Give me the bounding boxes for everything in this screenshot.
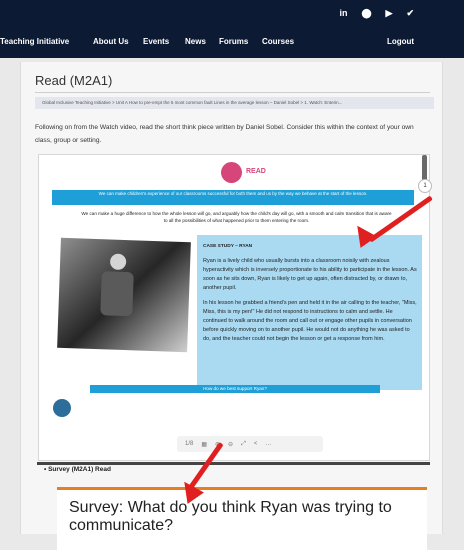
grid-icon[interactable]: ▦ <box>201 441 207 448</box>
page-number-badge: 1 <box>418 179 432 193</box>
child-photo <box>57 237 191 353</box>
photo-head <box>109 253 127 271</box>
page-counter: 1/8 <box>185 441 194 447</box>
twitter-icon[interactable]: ✔ <box>406 8 414 18</box>
nav-events[interactable]: Events <box>143 37 169 46</box>
page-title: Read (M2A1) <box>35 73 113 88</box>
question-banner: How do we best support Ryan? <box>90 385 380 393</box>
survey-list-label[interactable]: Survey (M2A1) Read <box>48 466 111 473</box>
intro-text: Following on from the Watch video, read … <box>35 124 414 144</box>
social-links: in ⬤ ▶ ✔ <box>339 8 414 18</box>
document-viewer[interactable]: READ We can make children's experience o… <box>38 154 432 461</box>
zoom-out-icon[interactable]: ⊖ <box>228 441 233 448</box>
case-paragraph-2: In his lesson he grabbed a friend's pen … <box>203 300 417 342</box>
nav-teaching-initiative[interactable]: Teaching Initiative <box>0 37 69 46</box>
nav-forums[interactable]: Forums <box>219 37 248 46</box>
site-header: in ⬤ ▶ ✔ Teaching Initiative About Us Ev… <box>0 0 464 58</box>
main-nav: Teaching Initiative About Us Events News… <box>0 37 464 51</box>
share-icon[interactable]: < <box>254 441 258 447</box>
viewer-scrollbar-horizontal[interactable] <box>37 462 430 465</box>
survey-card[interactable]: Survey: What do you think Ryan was tryin… <box>57 487 427 550</box>
case-study-box: CASE STUDY – RYAN Ryan is a lively child… <box>197 235 422 390</box>
nav-news[interactable]: News <box>185 37 206 46</box>
globe-logo-icon <box>53 399 71 417</box>
linkedin-icon[interactable]: in <box>339 8 347 18</box>
photo-body <box>100 271 134 317</box>
youtube-icon[interactable]: ▶ <box>386 8 393 18</box>
viewer-toolbar: 1/8 ▦ ⊕ ⊖ ⤢ < … <box>177 436 323 452</box>
fullscreen-icon[interactable]: ⤢ <box>241 441 246 448</box>
case-study-body: Ryan is a lively child who usually burst… <box>203 257 417 344</box>
survey-list-item[interactable]: • Survey (M2A1) Read <box>44 466 111 473</box>
viewer-scrollbar[interactable] <box>422 155 427 181</box>
read-icon <box>221 162 242 183</box>
case-study-title: CASE STUDY – RYAN <box>203 244 253 249</box>
content-page: Read (M2A1) Global Inclusive Teaching In… <box>20 62 443 550</box>
intro-banner: We can make children's experience of our… <box>52 190 414 205</box>
nav-courses[interactable]: Courses <box>262 37 294 46</box>
breadcrumb[interactable]: Global Inclusive Teaching Initiative > U… <box>35 97 434 109</box>
divider <box>35 92 430 93</box>
case-paragraph-1: Ryan is a lively child who usually burst… <box>203 258 417 291</box>
survey-title: Survey: What do you think Ryan was tryin… <box>69 499 392 534</box>
instagram-icon[interactable]: ⬤ <box>361 8 371 18</box>
read-label: READ <box>246 168 266 175</box>
intro-paragraph: We can make a huge difference to how the… <box>81 211 392 223</box>
nav-logout[interactable]: Logout <box>387 37 414 46</box>
more-icon[interactable]: … <box>265 441 271 447</box>
nav-about-us[interactable]: About Us <box>93 37 129 46</box>
